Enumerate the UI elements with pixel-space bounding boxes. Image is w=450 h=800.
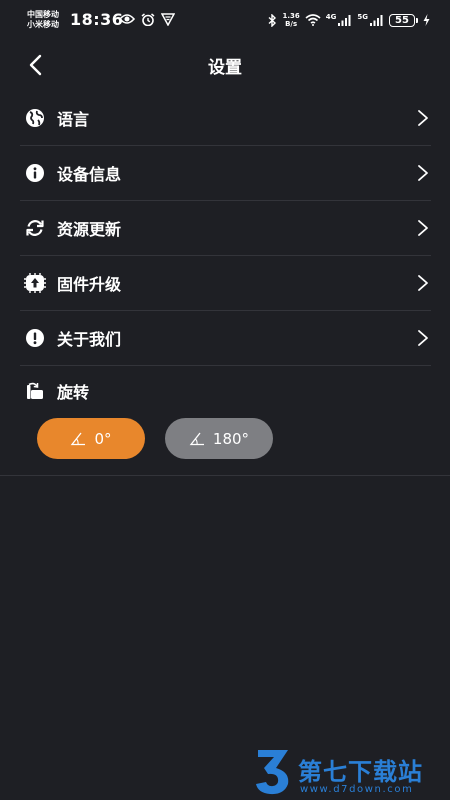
chevron-right-icon	[418, 330, 428, 346]
watermark: 第七下载站 www.d7down.com	[254, 748, 444, 798]
alarm-icon	[141, 13, 155, 26]
setting-label: 固件升级	[57, 275, 122, 294]
status-bar: 中国移动 小米移动 18:36 1.36 B/s 4G 5G 55	[0, 0, 450, 40]
rotate-option-label: 0°	[94, 429, 112, 448]
battery-indicator: 55	[389, 13, 418, 27]
network-speed: 1.36 B/s	[282, 12, 299, 28]
signal-icon	[370, 15, 383, 26]
setting-firmware-upgrade[interactable]: 固件升级	[20, 256, 431, 311]
setting-language[interactable]: 语言	[20, 91, 431, 146]
angle-icon	[71, 432, 86, 445]
vpn-icon	[161, 13, 175, 26]
wifi-icon	[305, 14, 321, 26]
network-label-1: 4G	[325, 13, 337, 21]
rotate-option-label: 180°	[212, 429, 250, 448]
rotate-header: 旋转	[20, 364, 89, 418]
status-left-icons	[119, 13, 175, 26]
rotate-section: 旋转 0° 180°	[0, 364, 450, 476]
info-icon	[24, 162, 46, 184]
firmware-upgrade-icon	[24, 272, 46, 294]
signal-icon	[338, 15, 351, 26]
chevron-right-icon	[418, 165, 428, 181]
speed-value: 1.36	[282, 12, 300, 20]
bluetooth-icon	[268, 13, 277, 27]
watermark-url: www.d7down.com	[300, 784, 414, 795]
eye-icon	[119, 14, 135, 24]
rotate-options: 0° 180°	[37, 418, 273, 459]
watermark-logo	[256, 750, 289, 795]
app-header: 设置	[0, 40, 450, 90]
status-time: 18:36	[70, 10, 124, 29]
rotate-option-0[interactable]: 0°	[37, 418, 145, 459]
rotate-icon	[24, 380, 46, 402]
setting-about-us[interactable]: 关于我们	[20, 311, 431, 366]
exclamation-icon	[24, 327, 46, 349]
watermark-title: 第七下载站	[298, 758, 423, 786]
setting-label: 关于我们	[57, 330, 122, 349]
chevron-right-icon	[418, 220, 428, 236]
setting-label: 设备信息	[57, 165, 122, 184]
speed-unit: B/s	[285, 20, 298, 28]
setting-device-info[interactable]: 设备信息	[20, 146, 431, 201]
rotate-option-180[interactable]: 180°	[165, 418, 273, 459]
charging-icon	[423, 14, 430, 26]
globe-icon	[24, 107, 46, 129]
angle-icon	[189, 432, 204, 445]
battery-level: 55	[395, 14, 409, 26]
carrier-1: 中国移动	[27, 10, 59, 19]
settings-list: 语言 设备信息 资源更新 固件升级 关于我们	[20, 91, 431, 366]
setting-label: 语言	[57, 110, 90, 129]
chevron-right-icon	[418, 110, 428, 126]
network-label-2: 5G	[357, 13, 368, 21]
status-right: 1.36 B/s 4G 5G 55	[268, 12, 430, 28]
carrier-2: 小米移动	[27, 20, 59, 29]
rotate-label: 旋转	[57, 383, 90, 402]
carrier-names: 中国移动 小米移动	[27, 10, 59, 30]
setting-resource-update[interactable]: 资源更新	[20, 201, 431, 256]
chevron-right-icon	[418, 275, 428, 291]
setting-label: 资源更新	[57, 220, 122, 239]
refresh-icon	[24, 217, 46, 239]
page-title: 设置	[208, 58, 242, 78]
